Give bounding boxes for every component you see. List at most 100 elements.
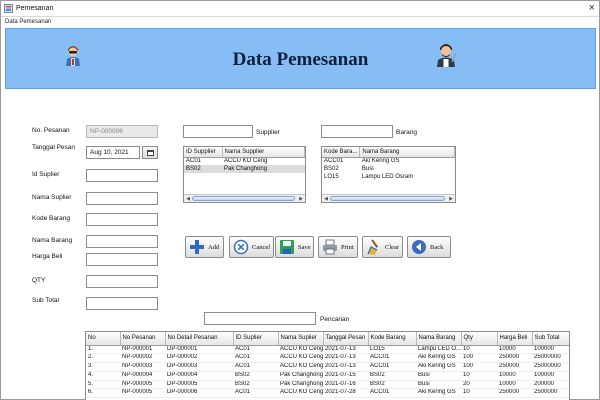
table-cell: 2. — [86, 353, 120, 364]
barang-search-input[interactable] — [321, 125, 393, 138]
table-row[interactable]: 4. NP-000004 DP-000004 BS02 Pak Changhong 202… — [86, 371, 569, 381]
add-button-label: Add — [208, 243, 220, 251]
table-cell: LO15 — [324, 174, 339, 180]
page-title: Data Pemesanan — [232, 49, 369, 70]
table-row[interactable]: AC01 ACCU KO Ceng — [184, 157, 305, 165]
scroll-left-icon[interactable]: ◀ — [323, 196, 329, 202]
supplier-search-label: Supplier — [256, 129, 280, 136]
table-cell: 10 — [461, 345, 497, 355]
col-no[interactable]: No — [86, 332, 121, 346]
header-banner: Data Pemesanan — [5, 28, 596, 89]
frame-label: Data Pemesanan — [5, 19, 52, 25]
scroll-left-icon[interactable]: ◀ — [185, 196, 191, 202]
table-cell: ACCU KO Ceng — [224, 158, 268, 165]
table-cell: 6. — [86, 388, 120, 399]
col-harga-beli[interactable]: Harga Beli — [497, 332, 533, 346]
table-row[interactable]: 5. NP-000005 DP-000005 BS02 Pak Changhong 202… — [86, 380, 569, 390]
col-qty[interactable]: Qty — [461, 332, 498, 346]
table-cell: 1. — [86, 345, 120, 355]
clear-button[interactable]: Clear — [362, 236, 403, 258]
col-tanggal-pesan[interactable]: Tanggal Pesan — [323, 332, 369, 346]
horizontal-scrollbar[interactable]: ◀ ▶ — [184, 194, 305, 202]
scroll-thumb[interactable] — [330, 196, 445, 201]
pencarian-input[interactable] — [204, 312, 316, 325]
barang-search-label: Barang — [396, 129, 417, 136]
id-supplier-label: Id Suplier — [32, 171, 60, 178]
harga-beli-field[interactable] — [86, 253, 158, 266]
table-row[interactable]: 6. NP-000005 DP-000006 AC01 ACCU KO Ceng 2021… — [86, 388, 569, 399]
nama-barang-field[interactable] — [86, 235, 158, 248]
harga-beli-label: Harga Beli — [32, 253, 63, 260]
table-cell: 250000 — [497, 388, 532, 399]
pemesanan-table[interactable]: No No Pesanan No Detail Pesanan ID Supli… — [85, 331, 570, 400]
table-cell: Lampu LED Osram — [361, 174, 414, 180]
table-cell: NP-000005 — [120, 388, 165, 399]
tanggal-pesan-field[interactable]: Aug 10, 2021 — [86, 146, 140, 159]
print-button[interactable]: Print — [318, 236, 358, 258]
scroll-right-icon[interactable]: ▶ — [448, 196, 454, 202]
table-cell: 25000000 — [532, 362, 569, 372]
horizontal-scrollbar[interactable]: ◀ ▶ — [322, 194, 455, 202]
table-cell: 10000 — [497, 371, 532, 381]
add-button[interactable]: Add — [185, 236, 224, 258]
table-cell: Aki Kering GS — [416, 362, 461, 372]
kode-barang-field[interactable] — [86, 213, 158, 226]
col-kode-barang[interactable]: Kode Barang — [368, 332, 417, 346]
supplier-col-id[interactable]: ID Supplier — [184, 147, 223, 158]
x-circle-icon — [233, 239, 249, 255]
table-row[interactable]: 1. NP-000001 DP-000001 AC01 ACCU KO Ceng 2021… — [86, 345, 569, 355]
barang-col-kode[interactable]: Kode Bara... — [322, 147, 361, 158]
barang-col-nama[interactable]: Nama Barang — [359, 147, 455, 158]
calendar-button[interactable] — [142, 146, 158, 159]
table-cell: Aki Kering GS — [361, 158, 400, 165]
table-cell: AC01 — [233, 362, 278, 372]
col-id-supplier[interactable]: ID Suplier — [233, 332, 279, 346]
save-button[interactable]: Save — [275, 236, 314, 258]
table-row[interactable]: BS02 Pak Changhong — [184, 165, 305, 173]
window-title: Pemesanan — [16, 5, 54, 12]
no-pesanan-field[interactable]: NP-000006 — [86, 125, 158, 138]
tanggal-pesan-label: Tanggal Pesan — [32, 144, 76, 151]
col-no-detail-pesanan[interactable]: No Detail Pesanan — [165, 332, 234, 346]
pemesanan-window: Pemesanan × Data Pemesanan Data Pemesana… — [0, 0, 600, 400]
col-nama-supplier[interactable]: Nama Suplier — [278, 332, 324, 346]
table-cell: DP-000002 — [165, 353, 233, 364]
back-button[interactable]: Back — [407, 236, 451, 258]
table-row[interactable]: 2. NP-000002 DP-000002 AC01 ACCU KO Ceng 2021… — [86, 353, 569, 364]
table-cell: LO15 — [368, 345, 416, 355]
table-row[interactable]: ACC01 Aki Kering GS — [322, 157, 455, 165]
id-supplier-field[interactable] — [86, 169, 158, 182]
sub-total-field[interactable] — [86, 297, 158, 310]
table-cell: DP-000004 — [165, 371, 233, 381]
table-cell: 100 — [461, 353, 497, 364]
table-cell: NP-000005 — [120, 380, 165, 390]
supplier-search-input[interactable] — [183, 125, 253, 138]
table-cell: BS02 — [233, 380, 278, 390]
col-nama-barang[interactable]: Nama Barang — [416, 332, 462, 346]
table-cell: 3. — [86, 362, 120, 372]
barang-table[interactable]: Kode Bara... Nama Barang ACC01 Aki Kerin… — [321, 146, 456, 203]
scroll-right-icon[interactable]: ▶ — [298, 196, 304, 202]
supplier-col-nama[interactable]: Nama Supplier — [222, 147, 305, 158]
table-cell: 2021-07-15 — [323, 371, 368, 381]
table-cell: Lampu LED O... — [416, 345, 461, 355]
qty-field[interactable] — [86, 275, 158, 288]
cancel-button[interactable]: Cancel — [229, 236, 274, 258]
table-cell: BS02 — [368, 371, 416, 381]
plus-icon — [190, 240, 204, 254]
table-row[interactable]: LO15 Lampu LED Osram — [322, 173, 455, 181]
close-icon[interactable]: × — [589, 2, 595, 14]
table-cell: Busi — [416, 371, 461, 381]
nama-supplier-field[interactable] — [86, 192, 158, 205]
table-row[interactable]: BS02 Busi — [322, 165, 455, 173]
col-sub-total[interactable]: Sub Total — [532, 332, 569, 346]
scroll-thumb[interactable] — [192, 196, 295, 201]
table-cell: 2500000 — [532, 388, 569, 399]
table-cell: 4. — [86, 371, 120, 381]
table-row[interactable]: 3. NP-000003 DP-000003 AC01 ACCU KO Ceng 2021… — [86, 362, 569, 372]
table-cell: 250000 — [497, 353, 532, 364]
cancel-button-label: Cancel — [252, 243, 271, 251]
table-cell: Pak Changhong — [278, 371, 323, 381]
col-no-pesanan[interactable]: No Pesanan — [120, 332, 166, 346]
supplier-table[interactable]: ID Supplier Nama Supplier AC01 ACCU KO C… — [183, 146, 306, 203]
